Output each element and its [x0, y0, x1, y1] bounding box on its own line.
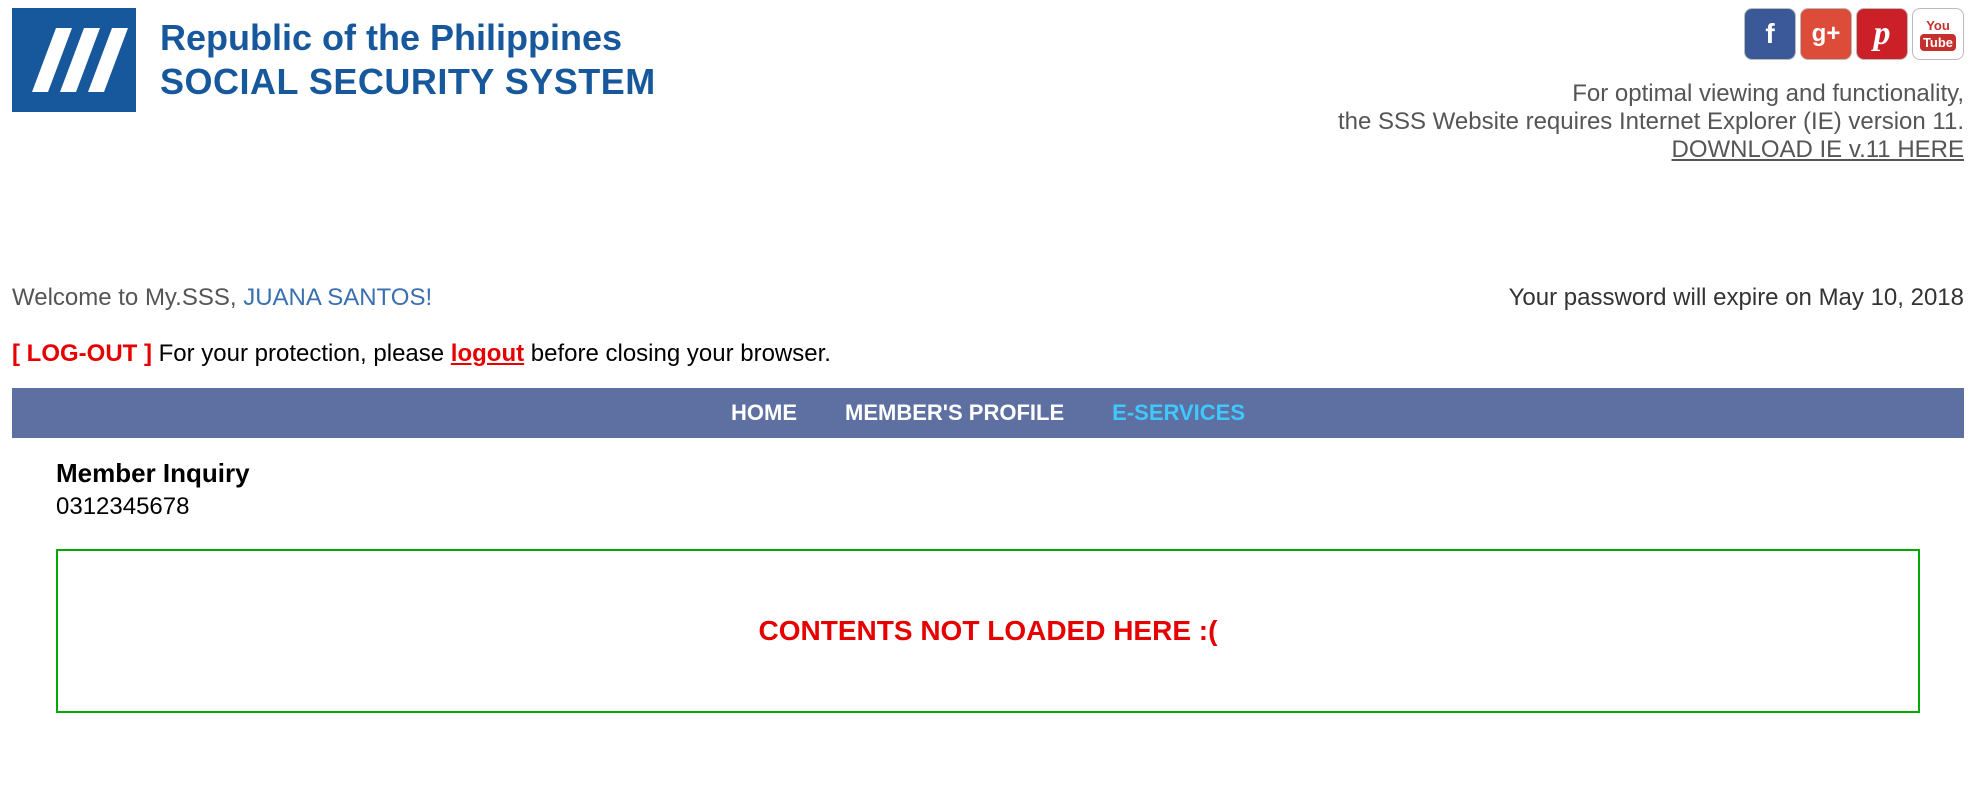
youtube-icon-bottom: Tube: [1920, 34, 1956, 51]
logout-bracket: [ LOG-OUT ]: [12, 340, 152, 367]
facebook-icon[interactable]: f: [1744, 8, 1796, 60]
logout-link[interactable]: logout: [451, 340, 524, 367]
header-title-line1: Republic of the Philippines: [160, 17, 656, 59]
sss-logo: [12, 8, 136, 112]
welcome-prefix: Welcome to My.SSS,: [12, 284, 243, 311]
googleplus-icon[interactable]: g+: [1800, 8, 1852, 60]
youtube-icon[interactable]: You Tube: [1912, 8, 1964, 60]
youtube-icon-top: You: [1920, 18, 1956, 33]
nav-e-services[interactable]: E-SERVICES: [1112, 400, 1245, 426]
logout-row: [ LOG-OUT ] For your protection, please …: [12, 340, 1964, 368]
logout-after-text: before closing your browser.: [524, 340, 831, 367]
nav-members-profile[interactable]: MEMBER'S PROFILE: [845, 400, 1064, 426]
header-title-line2: SOCIAL SECURITY SYSTEM: [160, 61, 656, 103]
password-expire-text: Your password will expire on May 10, 201…: [1509, 284, 1964, 312]
member-inquiry-title: Member Inquiry: [56, 458, 1964, 489]
logo-block: Republic of the Philippines SOCIAL SECUR…: [12, 8, 656, 112]
navbar: HOME MEMBER'S PROFILE E-SERVICES: [12, 388, 1964, 438]
social-icons: f g+ p You Tube: [1338, 8, 1964, 60]
content-not-loaded-message: CONTENTS NOT LOADED HERE :(: [759, 615, 1218, 647]
download-ie-link[interactable]: DOWNLOAD IE v.11 HERE: [1672, 136, 1965, 163]
logout-before-text: For your protection, please: [152, 340, 451, 367]
content-box: CONTENTS NOT LOADED HERE :(: [56, 549, 1920, 713]
welcome-username: JUANA SANTOS!: [243, 284, 432, 311]
nav-home[interactable]: HOME: [731, 400, 797, 426]
browser-notice-line1: For optimal viewing and functionality,: [1338, 80, 1964, 108]
member-inquiry-number: 0312345678: [56, 493, 1964, 521]
pinterest-icon[interactable]: p: [1856, 8, 1908, 60]
browser-notice-line2: the SSS Website requires Internet Explor…: [1338, 108, 1964, 136]
